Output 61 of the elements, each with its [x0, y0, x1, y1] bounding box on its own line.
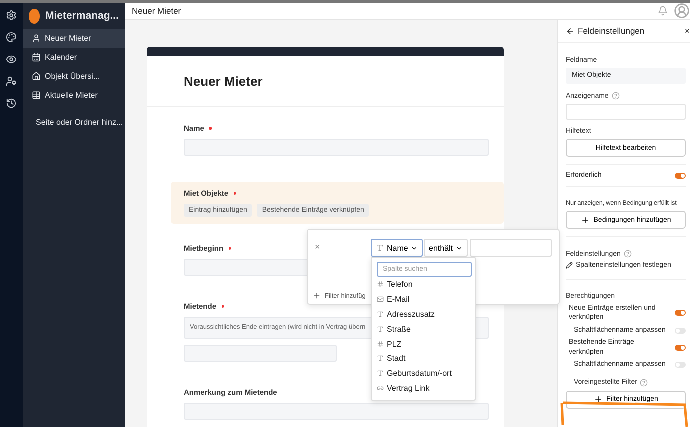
- sidebar-item[interactable]: Objekt Übersi...: [23, 67, 125, 86]
- home-icon: [32, 72, 41, 81]
- caret-icon: [411, 244, 418, 252]
- app-logo: [29, 8, 40, 24]
- number-type-icon: [377, 281, 384, 288]
- page-title: Neuer Mieter: [132, 6, 182, 16]
- plus-icon: [313, 292, 321, 300]
- column-option[interactable]: Telefon: [377, 278, 470, 292]
- column-select[interactable]: Name: [371, 239, 424, 257]
- user-icon: [32, 34, 41, 43]
- history-icon[interactable]: [6, 98, 17, 109]
- permission-toggle[interactable]: [675, 362, 686, 368]
- help-icon[interactable]: [624, 250, 632, 258]
- close-button[interactable]: ×: [315, 242, 320, 252]
- text-type-icon: [377, 355, 384, 362]
- date-field[interactable]: [184, 345, 337, 362]
- text-type-icon: [377, 326, 384, 333]
- permission-toggle[interactable]: [675, 328, 686, 334]
- column-option[interactable]: E-Mail: [377, 292, 470, 308]
- sidebar-item[interactable]: Aktuelle Mieter: [23, 86, 125, 105]
- text-type-icon: [376, 244, 384, 252]
- plus-icon: [580, 216, 590, 224]
- operator-select[interactable]: enthält: [424, 239, 468, 257]
- help-icon[interactable]: [612, 92, 620, 100]
- pencil-icon: [566, 262, 573, 269]
- text-type-icon: [377, 370, 384, 378]
- input-field[interactable]: [184, 139, 489, 156]
- help-icon[interactable]: [640, 378, 648, 387]
- sidebar-item[interactable]: Neuer Mieter: [23, 29, 125, 48]
- add-page-link[interactable]: Seite oder Ordner hinz...: [23, 113, 125, 132]
- column-option[interactable]: Geburtsdatum/-ort: [377, 366, 470, 382]
- form-title: Neuer Mieter: [147, 56, 504, 107]
- column-option[interactable]: PLZ: [377, 336, 470, 352]
- column-option[interactable]: Straße: [377, 322, 470, 337]
- calendar-icon: [32, 53, 41, 62]
- user-icon[interactable]: [6, 76, 17, 87]
- required-toggle[interactable]: [675, 172, 686, 178]
- column-option[interactable]: Vertrag Link: [377, 381, 470, 396]
- plus-icon: [594, 395, 603, 404]
- link-type-icon: [377, 385, 384, 392]
- eye-icon[interactable]: [6, 54, 17, 65]
- app-name: Mietermanag...: [45, 10, 119, 22]
- mail-type-icon: [377, 296, 384, 304]
- gear-icon[interactable]: [6, 10, 17, 21]
- palette-icon[interactable]: [6, 32, 17, 43]
- text-type-icon: [377, 311, 384, 318]
- filter-value-field[interactable]: [470, 239, 552, 257]
- sidebar-item[interactable]: Kalender: [23, 48, 125, 67]
- input-field[interactable]: [184, 403, 489, 420]
- number-type-icon: [377, 340, 384, 348]
- caret-icon: [456, 244, 464, 252]
- permission-toggle[interactable]: [675, 310, 686, 316]
- close-button[interactable]: ×: [685, 26, 690, 36]
- table-icon: [32, 91, 41, 100]
- back-arrow-icon: [566, 26, 575, 36]
- back-button[interactable]: Feldeinstellungen: [566, 26, 645, 36]
- column-option[interactable]: Stadt: [377, 352, 470, 366]
- avatar-icon[interactable]: [674, 3, 690, 19]
- display-name-input[interactable]: [566, 104, 686, 120]
- bell-icon[interactable]: [658, 6, 668, 16]
- permission-toggle[interactable]: [675, 344, 686, 351]
